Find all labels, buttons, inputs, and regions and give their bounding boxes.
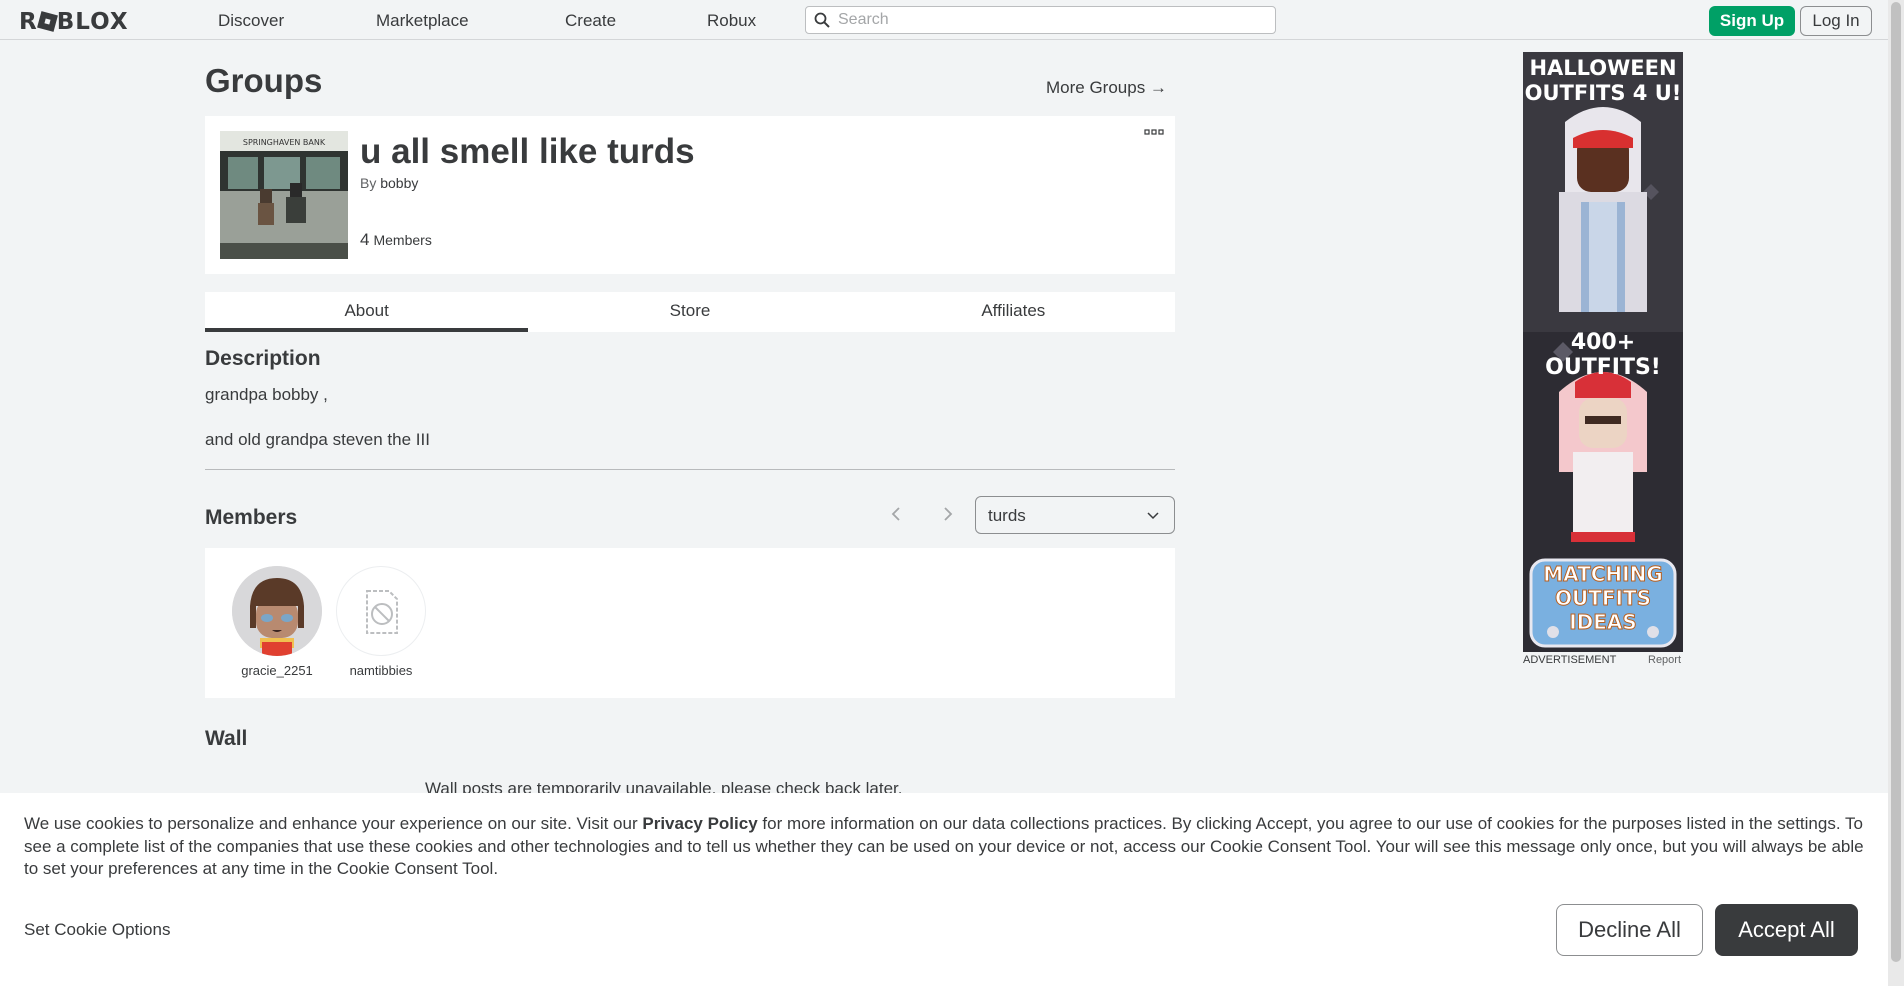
unavailable-image-icon [366, 590, 398, 634]
privacy-policy-link[interactable]: Privacy Policy [642, 814, 757, 833]
role-select[interactable]: turds [975, 496, 1175, 534]
next-page-icon[interactable] [938, 503, 958, 525]
member-count: 4 Members [360, 230, 432, 250]
description-line-1: grandpa bobby , [205, 385, 328, 404]
group-name: u all smell like turds [360, 132, 695, 171]
wall-heading: Wall [205, 727, 248, 750]
nav-marketplace[interactable]: Marketplace [376, 11, 469, 31]
roblox-logo[interactable]: R BLOX [19, 9, 129, 35]
advertisement-label: ADVERTISEMENT [1523, 654, 1617, 666]
search-box[interactable] [805, 6, 1276, 34]
search-icon [814, 12, 830, 28]
nav-robux[interactable]: Robux [707, 11, 756, 31]
decline-all-button[interactable]: Decline All [1556, 904, 1703, 956]
member-name[interactable]: gracie_2251 [222, 663, 332, 678]
ad-badge-text: MATCHING OUTFITS IDEAS [1543, 562, 1663, 635]
cookie-text-intro: We use cookies to personalize and enhanc… [24, 814, 643, 833]
description-heading: Description [205, 347, 321, 370]
svg-text:SPRINGHAVEN BANK: SPRINGHAVEN BANK [243, 138, 326, 147]
page-scrollbar[interactable] [1888, 0, 1904, 986]
group-header-card: SPRINGHAVEN BANK u all smell like turds … [205, 116, 1175, 274]
chevron-down-icon [1147, 512, 1159, 520]
top-nav-bar: R BLOX Discover Marketplace Create Robux … [0, 0, 1888, 40]
members-list: gracie_2251 namtibbies [205, 548, 1175, 698]
tab-about[interactable]: About [205, 292, 529, 332]
avatar-unavailable[interactable] [336, 566, 426, 656]
report-ad-link[interactable]: Report [1648, 654, 1681, 666]
role-select-value: turds [988, 506, 1026, 525]
scrollbar-thumb[interactable] [1891, 2, 1901, 962]
tab-store[interactable]: Store [528, 292, 851, 332]
more-groups-link[interactable]: More Groups → [1046, 78, 1167, 98]
group-owner-line: By bobby [360, 175, 418, 191]
advertisement-banner[interactable]: HALLOWEEN OUTFITS 4 U! 400+ OUTFITS! MAT… [1523, 52, 1683, 652]
owner-link[interactable]: bobby [380, 175, 418, 191]
description-line-2: and old grandpa steven the III [205, 430, 430, 449]
group-tabs: About Store Affiliates [205, 292, 1175, 332]
member-card[interactable]: namtibbies [326, 566, 436, 678]
nav-discover[interactable]: Discover [218, 11, 284, 31]
cookie-consent-banner: We use cookies to personalize and enhanc… [0, 793, 1888, 986]
avatar[interactable] [232, 566, 322, 656]
prev-page-icon[interactable] [886, 503, 906, 525]
members-heading: Members [205, 506, 298, 529]
accept-all-button[interactable]: Accept All [1715, 904, 1858, 956]
page-title: Groups [205, 62, 323, 99]
log-in-button[interactable]: Log In [1800, 6, 1872, 36]
set-cookie-options-link[interactable]: Set Cookie Options [24, 920, 170, 940]
ad-headline: HALLOWEEN OUTFITS 4 U! [1524, 56, 1682, 105]
member-name[interactable]: namtibbies [326, 663, 436, 678]
tab-affiliates[interactable]: Affiliates [852, 292, 1175, 332]
ad-subhead: 400+ OUTFITS! [1545, 330, 1661, 380]
search-input[interactable] [838, 7, 1268, 33]
sign-up-button[interactable]: Sign Up [1709, 6, 1795, 36]
more-options-icon[interactable] [1144, 128, 1164, 136]
nav-create[interactable]: Create [565, 11, 616, 31]
group-emblem-image: SPRINGHAVEN BANK [220, 131, 348, 259]
section-divider [205, 469, 1175, 470]
cookie-consent-text: We use cookies to personalize and enhanc… [24, 813, 1864, 881]
member-count-label: Members [373, 232, 432, 248]
member-count-value: 4 [360, 230, 370, 249]
by-label: By [360, 175, 377, 191]
member-card[interactable]: gracie_2251 [222, 566, 332, 678]
